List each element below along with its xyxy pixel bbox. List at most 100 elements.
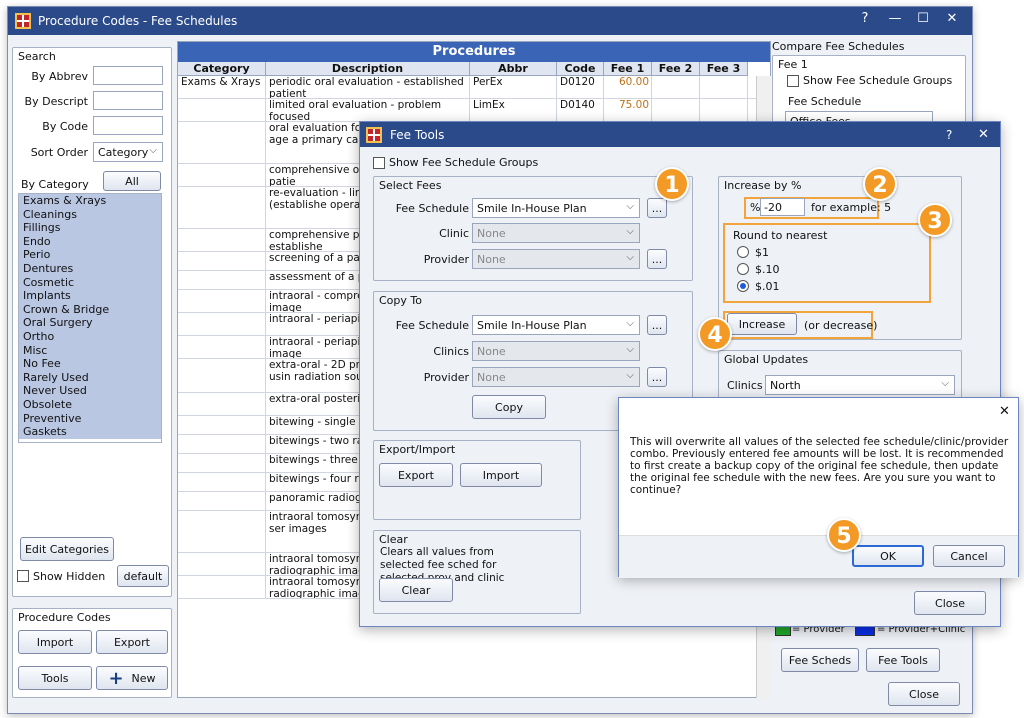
show-hidden-checkbox[interactable] — [17, 570, 29, 582]
copy-provider-select[interactable]: None ⌵ — [472, 367, 640, 387]
procedure-codes-group: Procedure Codes Import Export Tools + New — [12, 608, 172, 698]
category-item[interactable]: Preventive — [19, 411, 161, 426]
clinics-select[interactable]: None ⌵ — [472, 341, 640, 361]
column-divider — [265, 511, 266, 552]
fee-tools-titlebar: Fee Tools ? ✕ — [360, 122, 1000, 147]
column-divider — [699, 76, 700, 98]
title-bar: Procedure Codes - Fee Schedules ? — ☐ ✕ — [8, 7, 972, 35]
tools-button[interactable]: Tools — [18, 666, 92, 690]
by-descript-label: By Descript — [24, 95, 88, 108]
sort-order-select[interactable]: Category ⌵ — [93, 142, 163, 162]
new-button[interactable]: + New — [96, 666, 168, 690]
category-item[interactable]: Rarely Used — [19, 370, 161, 385]
default-button[interactable]: default — [117, 565, 169, 587]
confirm-close-x[interactable]: ✕ — [999, 404, 1010, 419]
column-divider — [265, 454, 266, 472]
col-abbr-header[interactable]: Abbr — [470, 62, 557, 76]
column-divider — [603, 76, 604, 98]
by-code-input[interactable] — [93, 116, 163, 135]
category-item[interactable]: Oral Surgery — [19, 316, 161, 330]
col-code-header[interactable]: Code — [557, 62, 604, 76]
category-item[interactable]: Obsolete — [19, 397, 161, 412]
import-button[interactable]: Import — [18, 630, 92, 654]
table-row[interactable]: Exams & Xrays periodic oral evaluation - … — [178, 76, 756, 99]
percent-sign: % — [750, 201, 761, 214]
col-fee2-header[interactable]: Fee 2 — [652, 62, 700, 76]
round-1-label: $1 — [755, 246, 769, 259]
category-item[interactable]: Cosmetic — [19, 275, 161, 290]
by-abbrev-input[interactable] — [93, 66, 163, 85]
round-10-radio[interactable] — [737, 263, 749, 275]
category-item[interactable]: Endo — [19, 234, 161, 249]
minimize-button[interactable]: — — [883, 11, 907, 26]
all-button[interactable]: All — [103, 171, 161, 191]
fee-tools-show-groups-checkbox[interactable] — [373, 157, 385, 169]
category-item[interactable]: Dentures — [19, 261, 161, 276]
percent-input[interactable]: -20 — [760, 198, 805, 216]
column-divider — [556, 99, 557, 121]
column-divider — [265, 416, 266, 434]
compare-show-groups-checkbox[interactable] — [787, 75, 799, 87]
by-descript-input[interactable] — [93, 91, 163, 110]
col-fee3-header[interactable]: Fee 3 — [700, 62, 748, 76]
fee-scheds-button[interactable]: Fee Scheds — [781, 648, 859, 672]
help-button[interactable]: ? — [853, 11, 877, 26]
category-item[interactable]: Crown & Bridge — [19, 302, 161, 317]
provider-picker-button[interactable]: ... — [647, 249, 667, 269]
clear-button[interactable]: Clear — [379, 578, 453, 602]
increase-group: Increase by % % -20 for example: 5 Round… — [718, 176, 962, 340]
category-item[interactable]: Ortho — [19, 329, 161, 344]
cell-cat — [181, 493, 263, 510]
category-item[interactable]: Gaskets — [19, 425, 161, 439]
maximize-button[interactable]: ☐ — [911, 11, 935, 26]
chevron-down-icon: ⌵ — [626, 344, 634, 355]
close-button[interactable]: ✕ — [940, 11, 964, 26]
category-item[interactable]: Misc — [19, 343, 161, 358]
category-item[interactable]: No Fee — [19, 357, 161, 371]
confirm-message: This will overwrite all values of the se… — [630, 436, 1009, 496]
cell-cat — [181, 314, 263, 335]
round-01-radio[interactable] — [737, 280, 749, 292]
category-item[interactable]: Exams & Xrays — [19, 194, 161, 208]
category-item[interactable]: Cleanings — [19, 207, 161, 222]
provider-select[interactable]: None ⌵ — [472, 249, 640, 269]
col-description-header[interactable]: Description — [266, 62, 470, 76]
category-item[interactable]: Implants — [19, 289, 161, 303]
column-divider — [651, 99, 652, 121]
column-divider — [469, 99, 470, 121]
copy-provider-picker-button[interactable]: ... — [647, 367, 667, 387]
ok-button[interactable]: OK — [852, 545, 924, 567]
category-item[interactable]: Perio — [19, 248, 161, 262]
clinic-select[interactable]: None ⌵ — [472, 223, 640, 243]
table-row[interactable]: limited oral evaluation - problem focuse… — [178, 99, 756, 122]
category-list[interactable]: Exams & Xrays Cleanings Fillings Endo Perio D… — [18, 193, 162, 443]
fee-export-button[interactable]: Export — [379, 463, 453, 487]
confirm-dialog: ✕ This will overwrite all values of the … — [618, 397, 1019, 578]
category-item[interactable]: Never Used — [19, 384, 161, 398]
step-badge-5: 5 — [827, 518, 861, 552]
by-code-label: By Code — [42, 120, 88, 133]
increase-button[interactable]: Increase — [727, 313, 797, 335]
round-1-radio[interactable] — [737, 246, 749, 258]
copy-fee-schedule-picker-button[interactable]: ... — [647, 315, 667, 335]
export-button[interactable]: Export — [96, 630, 168, 654]
fee-tools-close-x[interactable]: ✕ — [978, 127, 989, 142]
category-item[interactable]: Fillings — [19, 221, 161, 235]
fee-schedule-select[interactable]: Smile In-House Plan ⌵ — [472, 198, 640, 218]
fee-tools-title: Fee Tools — [390, 128, 445, 142]
fee-tools-button[interactable]: Fee Tools — [866, 648, 940, 672]
fee-schedule-picker-button[interactable]: ... — [647, 198, 667, 218]
global-clinics-select[interactable]: North ⌵ — [765, 375, 955, 395]
cancel-button[interactable]: Cancel — [933, 545, 1005, 567]
copy-button[interactable]: Copy — [472, 395, 546, 419]
edit-categories-button[interactable]: Edit Categories — [20, 537, 114, 561]
fee-tools-close-button[interactable]: Close — [914, 591, 986, 615]
compare-close-button[interactable]: Close — [888, 682, 960, 706]
column-divider — [651, 76, 652, 98]
copy-fee-schedule-select[interactable]: Smile In-House Plan ⌵ — [472, 315, 640, 335]
sort-order-label: Sort Order — [30, 146, 88, 159]
col-category-header[interactable]: Category — [178, 62, 266, 76]
fee-tools-help-button[interactable]: ? — [946, 128, 952, 142]
col-fee1-header[interactable]: Fee 1 — [604, 62, 652, 76]
fee-import-button[interactable]: Import — [460, 463, 542, 487]
